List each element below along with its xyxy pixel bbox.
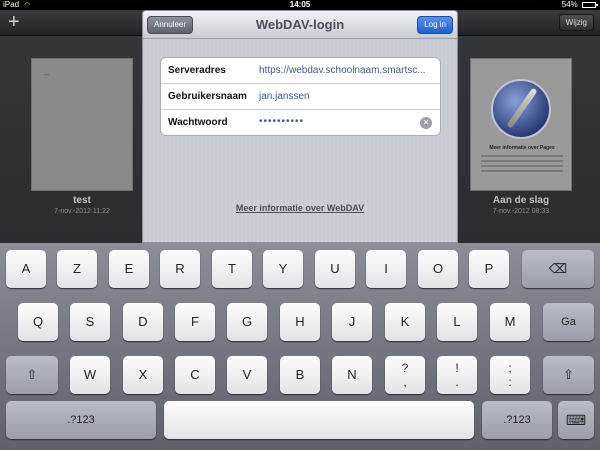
key-j[interactable]: J [332,303,372,341]
key-r[interactable]: R [160,250,200,288]
key-lower-char: : [508,375,512,389]
server-address-field[interactable]: https://webdav.schoolnaam.smartsc... [259,65,437,76]
status-right: 54% [561,0,598,10]
login-button[interactable]: Log in [417,16,453,34]
field-label: Wachtwoord [168,117,228,128]
field-label: Gebruikersnaam [168,91,247,102]
document-date: 7-nov.-2012 08:33 [492,208,550,215]
onscreen-keyboard: A Z E R T Y U I O P ⌫ Q S D F G H J K L … [0,243,600,450]
document-name: Aan de slag [492,195,550,206]
battery-percent: 54% [561,0,578,9]
webdav-login-dialog: Annuleer WebDAV-login Log in Serveradres… [142,10,458,243]
key-q[interactable]: Q [18,303,58,341]
server-address-row[interactable]: Serveradres https://webdav.schoolnaam.sm… [161,58,440,84]
document-name: test [73,195,91,206]
username-field[interactable]: jan.janssen [259,91,437,102]
key-upper-char: ; [508,361,512,375]
numbers-right-button[interactable]: .?123 [482,401,552,439]
key-m[interactable]: M [490,303,530,341]
numbers-left-button[interactable]: .?123 [6,401,156,439]
key-f[interactable]: F [175,303,215,341]
dialog-header: Annuleer WebDAV-login Log in [143,11,457,39]
shift-right-icon[interactable]: ⇧ [543,356,594,394]
document-thumbnail-aan-de-slag[interactable]: Meer informatie over Pages [470,58,572,191]
key-exclaim-period[interactable]: ! . [437,356,477,394]
keyboard-hide-icon[interactable]: ⌨ [558,401,594,439]
preview-caption: Meer informatie over Pages [489,145,555,151]
document-preview-mark: – [44,69,50,79]
key-upper-char: ? [401,361,409,375]
backspace-icon[interactable]: ⌫ [522,250,594,288]
edit-button[interactable]: Wijzig [558,14,594,31]
key-a[interactable]: A [6,250,46,288]
key-t[interactable]: T [212,250,252,288]
field-label: Serveradres [168,65,226,76]
key-h[interactable]: H [280,303,320,341]
key-n[interactable]: N [332,356,372,394]
key-g[interactable]: G [227,303,267,341]
key-v[interactable]: V [227,356,267,394]
login-form: Serveradres https://webdav.schoolnaam.sm… [160,57,441,136]
space-bar[interactable] [164,401,474,439]
go-button[interactable]: Ga [543,303,594,341]
shift-left-icon[interactable]: ⇧ [6,356,58,394]
username-row[interactable]: Gebruikersnaam jan.janssen [161,84,440,110]
battery-icon [582,1,598,8]
key-lower-char: , [403,375,407,389]
status-time: 14:05 [289,0,311,9]
clear-icon[interactable]: ✕ [420,117,432,129]
more-info-link[interactable]: Meer informatie over WebDAV [143,203,457,213]
document-date: 7-nov.-2012 11:22 [54,208,110,215]
password-row[interactable]: Wachtwoord •••••••••• ✕ [161,110,440,135]
preview-text-lines [481,155,563,175]
key-p[interactable]: P [469,250,509,288]
document-thumbnail-test[interactable]: – [31,58,133,191]
add-icon[interactable]: + [8,12,20,32]
key-y[interactable]: Y [263,250,303,288]
dialog-title: WebDAV-login [255,17,345,32]
key-b[interactable]: B [280,356,320,394]
key-s[interactable]: S [70,303,110,341]
key-lower-char: . [455,375,459,389]
key-w[interactable]: W [70,356,110,394]
key-k[interactable]: K [385,303,425,341]
key-l[interactable]: L [437,303,477,341]
status-bar: iPad ◠ 14:05 54% [0,0,600,10]
key-x[interactable]: X [123,356,163,394]
key-upper-char: ! [455,361,459,375]
password-field[interactable]: •••••••••• [259,116,437,127]
key-u[interactable]: U [315,250,355,288]
key-c[interactable]: C [175,356,215,394]
key-e[interactable]: E [109,250,149,288]
key-z[interactable]: Z [57,250,97,288]
key-d[interactable]: D [123,303,163,341]
key-o[interactable]: O [418,250,458,288]
pages-app-icon [491,79,551,139]
key-i[interactable]: I [366,250,406,288]
key-semicolon-colon[interactable]: ; : [490,356,530,394]
key-question-comma[interactable]: ? , [385,356,425,394]
